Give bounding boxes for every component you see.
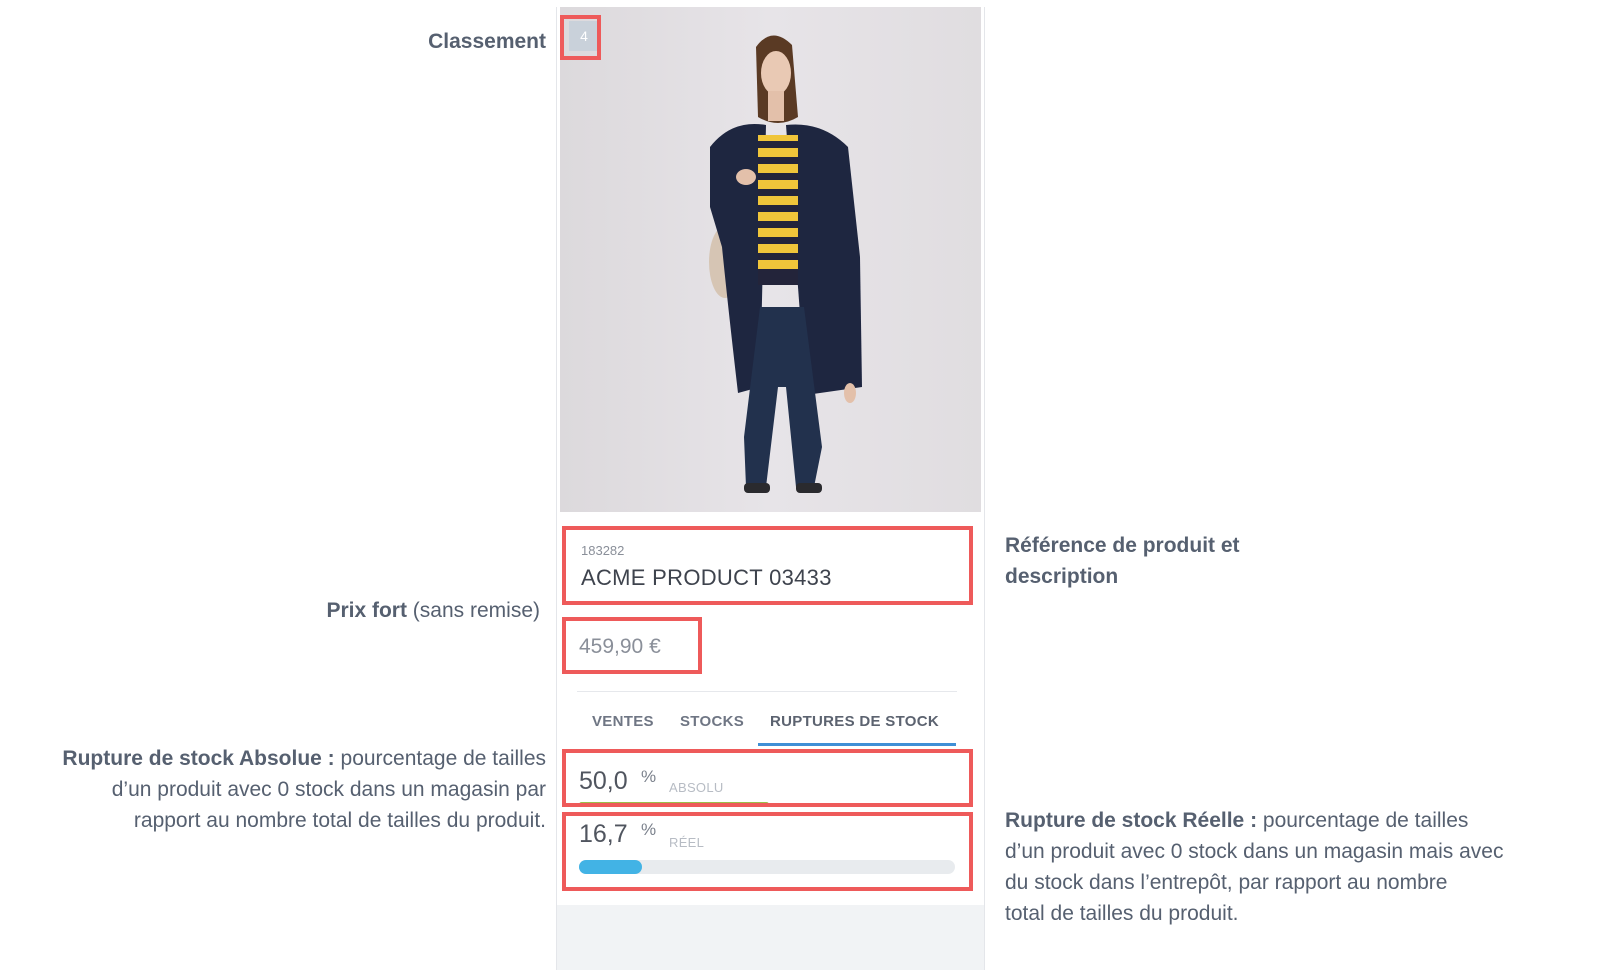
tab-ventes[interactable]: VENTES <box>592 713 654 730</box>
model-figure-image <box>709 35 862 493</box>
annotation-rupture-absolue: Rupture de stock Absolue : pourcentage d… <box>62 747 546 832</box>
product-photo: 4 <box>560 7 981 512</box>
active-tab-indicator <box>758 743 956 746</box>
highlight-rank <box>560 15 601 60</box>
highlight-real <box>562 812 973 891</box>
highlight-reference <box>562 526 973 605</box>
tab-stocks[interactable]: STOCKS <box>680 713 744 730</box>
annotation-classement: Classement <box>428 30 546 53</box>
tabs-divider <box>577 691 957 692</box>
annotation-prix-fort: Prix fort (sans remise) <box>326 599 540 622</box>
card-footer <box>557 905 984 970</box>
highlight-price <box>562 617 702 674</box>
annotation-rupture-reelle: Rupture de stock Réelle : pourcentage de… <box>1005 809 1504 925</box>
annotation-reference: Référence de produit et description <box>1005 534 1240 588</box>
highlight-absolute <box>562 749 973 807</box>
tab-ruptures-de-stock[interactable]: RUPTURES DE STOCK <box>770 713 939 730</box>
